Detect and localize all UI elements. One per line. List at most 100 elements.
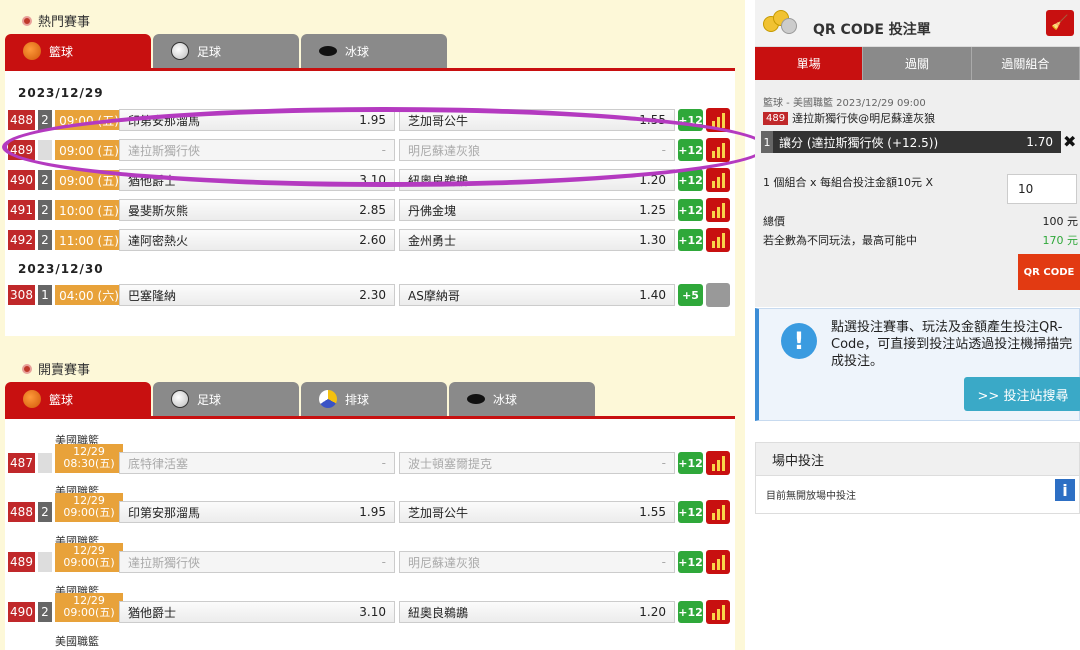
open-section-title: 開賣賽事 [22, 359, 90, 378]
away-team-button[interactable]: 紐奧良鵜鶘 1.20 [399, 169, 675, 191]
home-team-name: 印第安那溜馬 [128, 505, 201, 520]
stats-button[interactable] [706, 228, 730, 252]
away-team-name: 明尼蘇達灰狼 [408, 143, 481, 158]
tab-parlay[interactable]: 過關 [863, 47, 972, 80]
more-markets-button[interactable]: +5 [678, 284, 703, 306]
home-team-button[interactable]: 猶他爵士 3.10 [119, 601, 395, 623]
away-team-button[interactable]: 金州勇士 1.30 [399, 229, 675, 251]
tab-basketball[interactable]: 籃球 [5, 34, 151, 68]
away-team-button[interactable]: 紐奧良鵜鶘 1.20 [399, 601, 675, 623]
stats-button[interactable] [706, 198, 730, 222]
more-markets-button[interactable]: +12 [678, 109, 703, 131]
info-icon[interactable]: i [1055, 479, 1075, 501]
stats-button[interactable] [706, 283, 730, 307]
stats-button[interactable] [706, 550, 730, 574]
home-team-button[interactable]: 曼斐斯灰熊 2.85 [119, 199, 395, 221]
more-markets-button[interactable]: +12 [678, 229, 703, 251]
volleyball-icon [319, 390, 337, 408]
match-time: 09:00 (五) [55, 140, 123, 160]
tab-soccer[interactable]: 足球 [153, 382, 299, 416]
match-row: 490 2 09:00 (五) 猶他爵士 3.10 紐奧良鵜鶘 1.20 +12 [8, 168, 732, 192]
bet-selection: 1 讓分 (達拉斯獨行俠 (+12.5)) 1.70 [761, 131, 1061, 153]
tab-hockey[interactable]: 冰球 [301, 34, 447, 68]
notice-box: ! 點選投注賽事、玩法及金額產生投注QR-Code，可直接到投注站透過投注機掃描… [755, 308, 1080, 421]
home-team-button[interactable]: 底特律活塞 - [119, 452, 395, 474]
selection-label: 讓分 (達拉斯獨行俠 (+12.5)) [779, 135, 939, 150]
match-number: 308 [8, 285, 35, 305]
more-markets-button[interactable]: +12 [678, 452, 703, 474]
coins-icon [763, 10, 799, 36]
match-row: 492 2 11:00 (五) 達阿密熱火 2.60 金州勇士 1.30 +12 [8, 228, 732, 252]
store-search-button[interactable]: >> 投注站搜尋 [964, 377, 1080, 411]
tab-parlay-combo[interactable]: 過關組合 [971, 47, 1080, 80]
more-markets-button[interactable]: +12 [678, 501, 703, 523]
away-team-button[interactable]: 芝加哥公牛 1.55 [399, 109, 675, 131]
basketball-icon [23, 42, 41, 60]
away-team-name: 紐奧良鵜鶘 [408, 173, 469, 188]
match-number: 488 [8, 110, 35, 130]
away-team-name: 波士頓塞爾提克 [408, 456, 493, 471]
away-odds: 1.55 [639, 505, 666, 519]
away-team-button[interactable]: 明尼蘇達灰狼 - [399, 139, 675, 161]
broom-icon: 🧹 [1051, 15, 1069, 31]
stats-button[interactable] [706, 108, 730, 132]
away-team-button[interactable]: 明尼蘇達灰狼 - [399, 551, 675, 573]
match-row: 491 2 10:00 (五) 曼斐斯灰熊 2.85 丹佛金塊 1.25 +12 [8, 198, 732, 222]
home-odds: - [381, 456, 386, 470]
home-team-button[interactable]: 巴塞隆納 2.30 [119, 284, 395, 306]
market-count: 2 [38, 230, 52, 250]
tab-basketball[interactable]: 籃球 [5, 382, 151, 416]
qr-code-button[interactable]: QR CODE [1018, 254, 1080, 290]
more-markets-button[interactable]: +12 [678, 601, 703, 623]
home-team-name: 猶他爵士 [128, 173, 177, 188]
away-team-name: 金州勇士 [408, 233, 457, 248]
home-odds: 1.95 [359, 505, 386, 519]
combo-label: 1 個組合 x 每組合投注金額10元 X [763, 176, 934, 189]
tab-hockey[interactable]: 冰球 [449, 382, 595, 416]
soccer-icon [171, 390, 189, 408]
stats-button[interactable] [706, 138, 730, 162]
home-team-button[interactable]: 達阿密熱火 2.60 [119, 229, 395, 251]
match-row: 489 09:00 (五) 達拉斯獨行俠 - 明尼蘇達灰狼 - +12 [8, 138, 732, 162]
match-hour: 09:00(五) [63, 606, 115, 619]
home-team-button[interactable]: 印第安那溜馬 1.95 [119, 109, 395, 131]
home-team-button[interactable]: 達拉斯獨行俠 - [119, 139, 395, 161]
away-team-button[interactable]: 丹佛金塊 1.25 [399, 199, 675, 221]
home-team-name: 達拉斯獨行俠 [128, 143, 201, 158]
more-markets-button[interactable]: +12 [678, 139, 703, 161]
open-tabs: 籃球 足球 排球 冰球 [5, 382, 597, 416]
more-markets-button[interactable]: +12 [678, 551, 703, 573]
away-team-button[interactable]: AS摩納哥 1.40 [399, 284, 675, 306]
clear-slip-button[interactable]: 🧹 [1046, 10, 1074, 36]
remove-selection-button[interactable]: ✖ [1063, 132, 1076, 151]
away-team-button[interactable]: 芝加哥公牛 1.55 [399, 501, 675, 523]
hot-section-title: 熱門賽事 [22, 11, 90, 30]
tab-soccer[interactable]: 足球 [153, 34, 299, 68]
total-value: 100 元 [1042, 215, 1079, 228]
tab-volleyball[interactable]: 排球 [301, 382, 447, 416]
home-odds: 1.95 [359, 113, 386, 127]
market-count: 2 [38, 200, 52, 220]
live-bet-title: 場中投注 [755, 442, 1080, 476]
stats-button[interactable] [706, 600, 730, 624]
away-team-name: 芝加哥公牛 [408, 113, 469, 128]
away-team-button[interactable]: 波士頓塞爾提克 - [399, 452, 675, 474]
away-odds: 1.20 [639, 605, 666, 619]
home-team-button[interactable]: 印第安那溜馬 1.95 [119, 501, 395, 523]
match-hour: 09:00(五) [63, 556, 115, 569]
more-markets-button[interactable]: +12 [678, 169, 703, 191]
stats-button[interactable] [706, 168, 730, 192]
home-team-name: 達拉斯獨行俠 [128, 555, 201, 570]
home-team-button[interactable]: 猶他爵士 3.10 [119, 169, 395, 191]
home-team-name: 底特律活塞 [128, 456, 189, 471]
away-odds: 1.55 [639, 113, 666, 127]
bet-amount-input[interactable]: 10 [1007, 174, 1077, 204]
stats-button[interactable] [706, 500, 730, 524]
tab-single[interactable]: 單場 [755, 47, 864, 80]
stats-button[interactable] [706, 451, 730, 475]
league-label: 美國職籃 [55, 635, 99, 648]
away-odds: 1.30 [639, 233, 666, 247]
home-team-button[interactable]: 達拉斯獨行俠 - [119, 551, 395, 573]
away-odds: 1.40 [639, 288, 666, 302]
more-markets-button[interactable]: +12 [678, 199, 703, 221]
